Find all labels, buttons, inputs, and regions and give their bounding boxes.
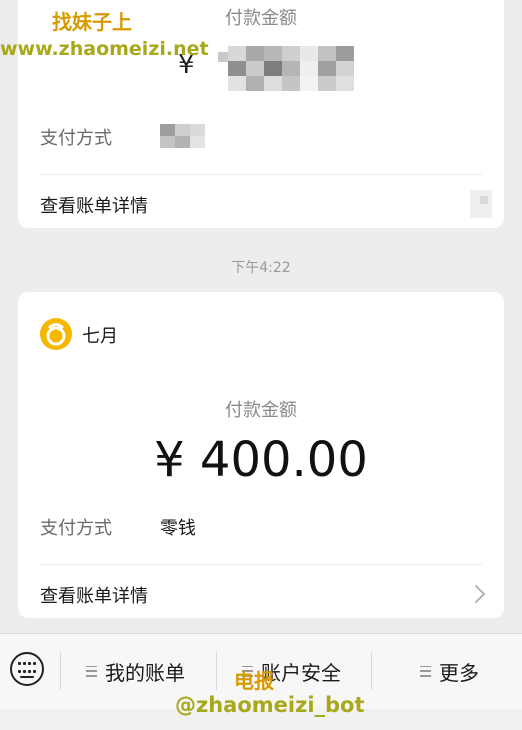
- pixelated-chevron: [470, 190, 492, 218]
- keyboard-icon[interactable]: [10, 652, 44, 686]
- payment-card[interactable]: 七月 付款金额 ¥ 400.00 支付方式 零钱 查看账单详情: [18, 292, 504, 618]
- payment-amount: ¥ 400.00: [154, 432, 368, 488]
- merchant-name: 七月: [82, 326, 118, 347]
- menu-label: 我的账单: [105, 660, 185, 685]
- menu-label: 更多: [439, 660, 479, 685]
- menu-separator: [60, 652, 61, 690]
- pixelated-pay-method: [160, 124, 205, 148]
- watermark-telegram-label: 电报: [234, 669, 274, 693]
- menu-separator: [216, 652, 217, 690]
- menu-lines-icon: [420, 665, 431, 677]
- menu-separator: [371, 652, 372, 690]
- pixelated-amount-blocks: [228, 46, 354, 91]
- watermark-site-name: 找妹子上: [52, 10, 132, 34]
- message-timestamp: 下午4:22: [231, 260, 291, 276]
- menu-my-bills[interactable]: 我的账单: [86, 656, 185, 686]
- view-bill-details-link[interactable]: 查看账单详情: [40, 582, 148, 608]
- menu-lines-icon: [86, 665, 97, 677]
- chevron-right-icon[interactable]: [474, 584, 486, 604]
- circle-face-icon: [46, 323, 66, 346]
- pay-method-value: 零钱: [160, 518, 196, 539]
- menu-more[interactable]: 更多: [420, 656, 479, 686]
- view-bill-details-link[interactable]: 查看账单详情: [40, 192, 148, 218]
- amount-label: 付款金额: [225, 400, 297, 421]
- pay-method-label: 支付方式: [40, 128, 112, 149]
- divider: [40, 564, 482, 565]
- divider: [40, 174, 482, 175]
- pixelated-chevron-dot: [480, 196, 488, 204]
- merchant-icon: [40, 318, 72, 350]
- watermark-site-url: www.zhaomeizi.net: [0, 38, 209, 60]
- pay-method-label: 支付方式: [40, 518, 112, 539]
- watermark-telegram-handle: @zhaomeizi_bot: [175, 693, 365, 717]
